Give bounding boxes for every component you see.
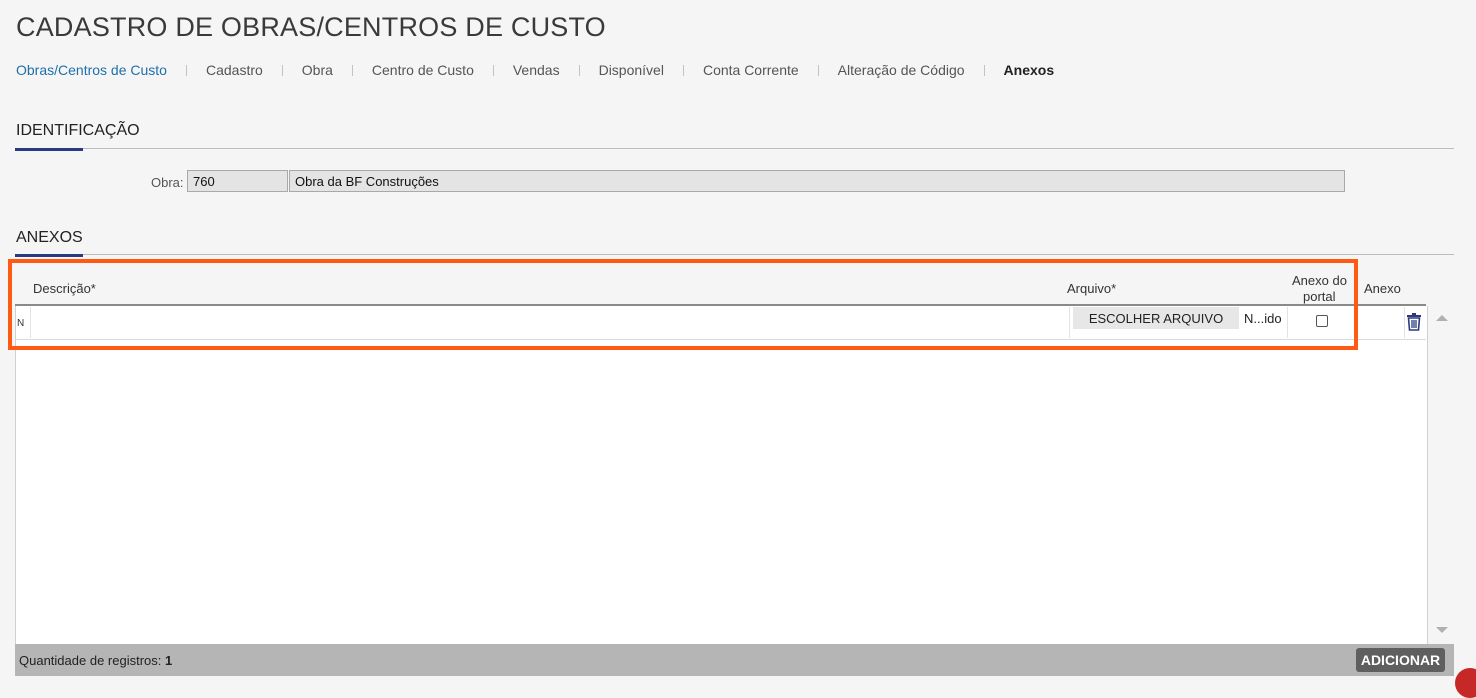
- add-button[interactable]: ADICIONAR: [1356, 648, 1445, 672]
- breadcrumb: Obras/Centros de Custo Cadastro Obra Cen…: [16, 61, 1054, 79]
- section-title-identificacao: IDENTIFICAÇÃO: [16, 122, 140, 139]
- anexo-portal-checkbox[interactable]: [1316, 315, 1328, 327]
- scroll-up-icon[interactable]: [1436, 315, 1448, 321]
- breadcrumb-vendas[interactable]: Vendas: [513, 62, 560, 78]
- breadcrumb-anexos[interactable]: Anexos: [1004, 62, 1055, 78]
- row-status-marker: N: [17, 318, 25, 329]
- column-header-arquivo: Arquivo*: [1067, 281, 1117, 296]
- section-accent: [15, 148, 83, 151]
- section-accent: [15, 254, 83, 257]
- breadcrumb-alteracao-de-codigo[interactable]: Alteração de Código: [838, 62, 965, 78]
- trash-icon[interactable]: [1406, 313, 1422, 331]
- breadcrumb-separator: [983, 64, 985, 76]
- corner-badge: [1455, 668, 1476, 698]
- cell-divider: [1357, 307, 1358, 338]
- breadcrumb-obras-centros-de-custo[interactable]: Obras/Centros de Custo: [16, 62, 167, 78]
- choose-file-button[interactable]: ESCOLHER ARQUIVO: [1073, 307, 1239, 329]
- record-count: Quantidade de registros: 1: [19, 653, 172, 668]
- breadcrumb-cadastro[interactable]: Cadastro: [206, 62, 263, 78]
- cell-divider: [1404, 307, 1405, 338]
- column-header-anexo-portal-line1: Anexo do: [1292, 273, 1347, 288]
- anexos-grid: [15, 306, 1428, 644]
- column-header-anexo: Anexo: [1364, 281, 1401, 296]
- breadcrumb-centro-de-custo[interactable]: Centro de Custo: [372, 62, 474, 78]
- breadcrumb-separator: [578, 64, 580, 76]
- breadcrumb-separator: [682, 64, 684, 76]
- grid-footer: [15, 644, 1454, 676]
- descricao-input[interactable]: [30, 307, 1070, 338]
- column-header-anexo-portal-line2: portal: [1303, 289, 1336, 304]
- breadcrumb-conta-corrente[interactable]: Conta Corrente: [703, 62, 799, 78]
- scroll-down-icon[interactable]: [1436, 627, 1448, 633]
- breadcrumb-separator: [817, 64, 819, 76]
- obra-name-field: Obra da BF Construções: [289, 170, 1345, 192]
- cell-divider: [1287, 307, 1288, 338]
- breadcrumb-separator: [185, 64, 187, 76]
- page-title: CADASTRO DE OBRAS/CENTROS DE CUSTO: [16, 12, 606, 42]
- breadcrumb-separator: [281, 64, 283, 76]
- column-header-descricao: Descrição*: [33, 281, 96, 296]
- record-count-value: 1: [165, 653, 173, 668]
- obra-code-field: 760: [187, 170, 288, 192]
- breadcrumb-disponivel[interactable]: Disponível: [599, 62, 664, 78]
- breadcrumb-separator: [351, 64, 353, 76]
- section-divider: [15, 254, 1454, 255]
- obra-label: Obra:: [151, 175, 184, 190]
- file-status-text: N...ido: [1244, 311, 1282, 326]
- breadcrumb-obra[interactable]: Obra: [302, 62, 333, 78]
- section-divider: [15, 148, 1454, 149]
- section-title-anexos: ANEXOS: [16, 229, 83, 246]
- record-count-label: Quantidade de registros:: [19, 653, 162, 668]
- breadcrumb-separator: [492, 64, 494, 76]
